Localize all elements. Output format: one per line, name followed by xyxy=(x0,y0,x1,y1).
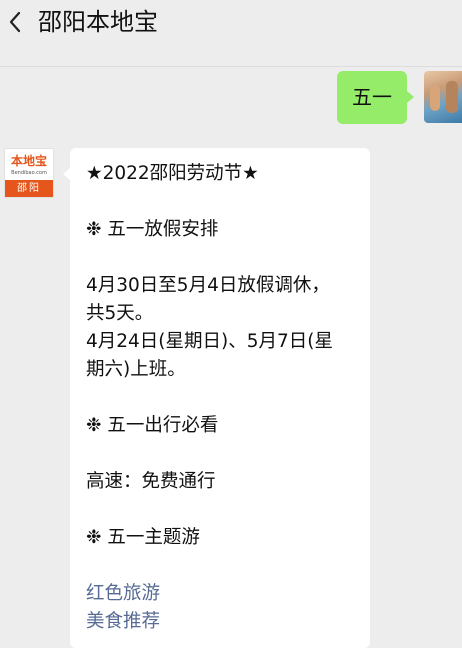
avatar-logo-text: 本地宝 xyxy=(10,154,47,168)
avatar-logo-url: Bendibao.com xyxy=(11,170,47,176)
section-heading: ❉ 五一主题游 xyxy=(86,527,200,548)
avatar-photo-figure xyxy=(430,85,440,111)
message-line: 高速：免费通行 xyxy=(86,471,216,492)
avatar-logo-band: 邵阳 xyxy=(5,180,53,197)
message-line: 期六)上班。 xyxy=(86,359,186,380)
avatar-photo-figure xyxy=(446,81,458,113)
incoming-message-bubble[interactable]: ★2022邵阳劳动节★ ❉ 五一放假安排 4月30日至5月4日放假调休， 共5天… xyxy=(63,148,370,648)
message-line: 4月30日至5月4日放假调休， xyxy=(86,275,330,296)
section-heading: ❉ 五一放假安排 xyxy=(86,219,219,240)
back-chevron-icon[interactable] xyxy=(6,10,26,34)
incoming-message-body: ★2022邵阳劳动节★ ❉ 五一放假安排 4月30日至5月4日放假调休， 共5天… xyxy=(86,160,362,636)
message-title: ★2022邵阳劳动节★ xyxy=(86,163,259,184)
link-red-tourism[interactable]: 红色旅游 xyxy=(86,580,362,608)
section-heading: ❉ 五一出行必看 xyxy=(86,415,219,436)
link-food-recommend[interactable]: 美食推荐 xyxy=(86,608,362,636)
my-avatar[interactable] xyxy=(424,71,462,123)
top-bar: 邵阳本地宝 xyxy=(0,0,462,67)
account-avatar[interactable]: 本地宝 Bendibao.com 邵阳 xyxy=(4,148,54,198)
message-line: 4月24日(星期日)、5月7日(星 xyxy=(86,331,334,352)
outgoing-message-text: 五一 xyxy=(352,85,392,109)
chat-title: 邵阳本地宝 xyxy=(38,8,158,36)
message-line: 共5天。 xyxy=(86,303,154,324)
outgoing-message-bubble[interactable]: 五一 xyxy=(337,71,414,124)
